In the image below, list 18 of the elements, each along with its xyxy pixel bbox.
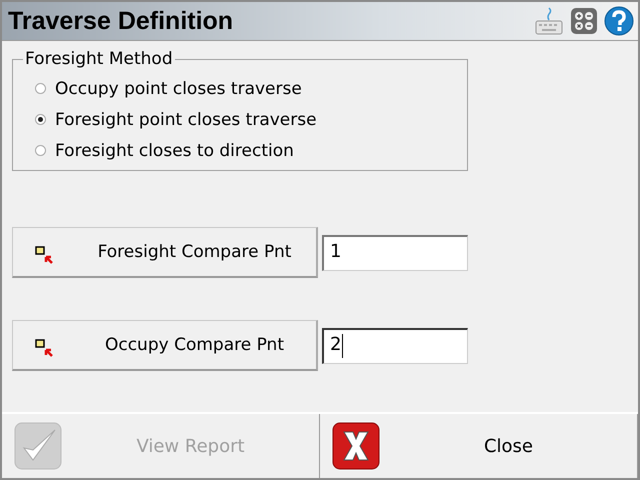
radio-button[interactable] — [35, 145, 46, 156]
radio-option[interactable]: Foresight point closes traverse — [35, 104, 467, 135]
radio-option[interactable]: Occupy point closes traverse — [35, 73, 467, 104]
pick-point-button[interactable]: Foresight Compare Pnt — [12, 227, 318, 278]
radio-button[interactable] — [35, 83, 46, 94]
window-title: Traverse Definition — [8, 6, 234, 36]
group-label: Foresight Method — [24, 49, 174, 69]
point-pick-icon — [35, 246, 53, 264]
close-icon — [332, 422, 380, 470]
check-icon — [14, 422, 62, 470]
pick-point-button[interactable]: Occupy Compare Pnt — [12, 320, 318, 371]
calculator-icon[interactable] — [570, 7, 598, 35]
radio-option[interactable]: Foresight closes to direction — [35, 135, 467, 166]
point-pick-icon — [35, 339, 53, 357]
point-input-field[interactable]: 1 — [322, 234, 468, 270]
help-icon[interactable] — [604, 6, 634, 36]
point-input-field[interactable]: 2 — [322, 328, 468, 364]
radio-button[interactable] — [35, 114, 46, 125]
